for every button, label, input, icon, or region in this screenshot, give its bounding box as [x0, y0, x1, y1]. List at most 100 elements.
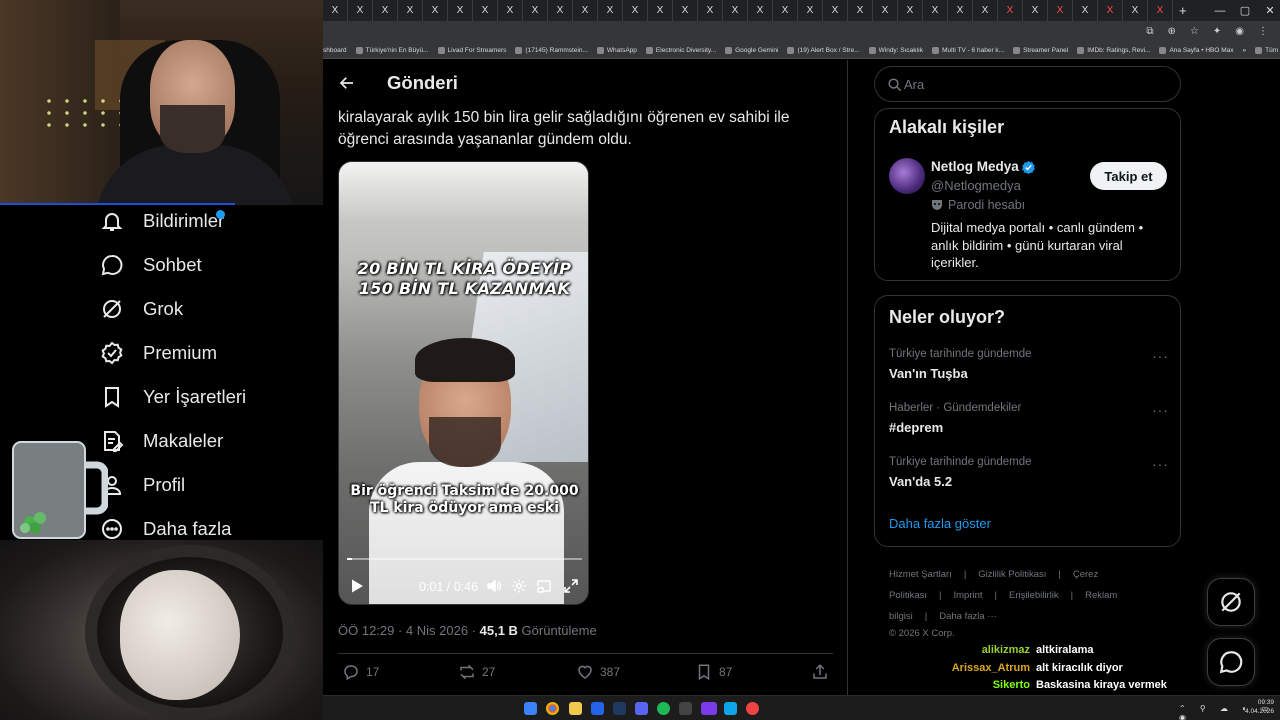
messages-button[interactable] — [1207, 638, 1255, 686]
video-progress-bar[interactable] — [347, 558, 582, 560]
close-icon[interactable]: ✕ — [1255, 0, 1280, 21]
footer-link[interactable]: Hizmet Şartları — [889, 569, 952, 580]
steam-icon[interactable] — [613, 702, 626, 715]
browser-tab[interactable]: X — [573, 0, 598, 21]
spotify-icon[interactable] — [657, 702, 670, 715]
bookmark-item[interactable]: Streamer Panel — [1013, 46, 1068, 54]
browser-tab[interactable]: X — [923, 0, 948, 21]
bookmark-item[interactable]: Livad For Streamers — [437, 46, 506, 54]
volume-icon[interactable] — [486, 578, 502, 594]
folder-icon[interactable] — [569, 702, 582, 715]
settings-icon[interactable] — [511, 578, 527, 594]
search-input[interactable]: Ara — [874, 66, 1181, 102]
app-icon[interactable] — [724, 702, 737, 715]
bookmark-item[interactable]: » — [1243, 47, 1247, 54]
browser-tab[interactable]: X — [948, 0, 973, 21]
footer-link[interactable]: Imprint — [953, 590, 982, 601]
extension-icon[interactable]: ⧉ — [1146, 26, 1153, 37]
windows-start-icon[interactable] — [524, 702, 537, 715]
bookmark-item[interactable]: Ana Sayfa • HBO Max — [1159, 46, 1234, 54]
browser-tab[interactable]: X — [623, 0, 648, 21]
bookmark-item[interactable]: Türkiye'nin En Büyü... — [355, 46, 429, 54]
nav-item-articles[interactable]: Makaleler — [100, 426, 223, 456]
browser-tab[interactable]: X — [1023, 0, 1048, 21]
browser-tab[interactable]: X — [898, 0, 923, 21]
bookmark-item[interactable]: Tüm Yer İşaretleri — [1255, 46, 1280, 54]
browser-tab[interactable]: X — [498, 0, 523, 21]
browser-tab[interactable]: X — [1098, 0, 1123, 21]
browser-tab[interactable]: X — [823, 0, 848, 21]
post-timestamp[interactable]: ÖÖ 12:29 · 4 Nis 2026 · — [338, 623, 480, 638]
browser-tab[interactable]: X — [398, 0, 423, 21]
more-options-icon[interactable]: ··· — [1152, 402, 1169, 418]
nav-item-bookmarks[interactable]: Yer İşaretleri — [100, 382, 246, 412]
bookmark-item[interactable]: IMDb: Ratings, Revi... — [1077, 46, 1150, 54]
avatar[interactable] — [889, 158, 925, 194]
browser-tab[interactable]: X — [648, 0, 673, 21]
zoom-icon[interactable]: ⊕ — [1168, 26, 1176, 37]
browser-tab[interactable]: X — [798, 0, 823, 21]
repost-button[interactable]: 27 — [458, 663, 495, 681]
browser-tab[interactable]: X — [998, 0, 1023, 21]
back-button[interactable] — [335, 71, 359, 95]
account-name[interactable]: Netlog Medya — [931, 159, 1019, 174]
system-clock[interactable]: 09:39 4.04.2026 — [1245, 698, 1274, 716]
fullscreen-icon[interactable] — [563, 578, 579, 594]
share-button[interactable] — [811, 663, 829, 681]
browser-tab[interactable]: X — [1073, 0, 1098, 21]
bookmark-item[interactable]: Electronic Diversity... — [645, 46, 716, 54]
bookmark-item[interactable]: WhatsApp — [596, 46, 637, 54]
show-more-link[interactable]: Daha fazla göster — [889, 516, 991, 531]
bookmark-item[interactable]: Google Gemini — [725, 46, 778, 54]
browser-tab[interactable]: X — [848, 0, 873, 21]
new-tab-button[interactable]: + — [1179, 3, 1187, 18]
browser-tab[interactable]: X — [1148, 0, 1173, 21]
browser-tab[interactable]: X — [348, 0, 373, 21]
discord-icon[interactable] — [635, 702, 648, 715]
browser-tab[interactable]: X — [423, 0, 448, 21]
footer-link[interactable]: Erişilebilirlik — [1009, 590, 1059, 601]
play-icon[interactable] — [349, 578, 365, 594]
nav-item-notifications[interactable]: Bildirimler — [100, 206, 225, 236]
bookmark-item[interactable]: (17145) Rammstein... — [515, 46, 588, 54]
menu-dots-icon[interactable]: ⋮ — [1258, 26, 1268, 37]
browser-tab[interactable]: X — [448, 0, 473, 21]
star-icon[interactable]: ☆ — [1190, 26, 1199, 37]
reply-button[interactable]: 17 — [342, 663, 379, 681]
browser-tab[interactable]: X — [523, 0, 548, 21]
bookmark-item[interactable]: Multi TV - 6 haber k... — [932, 46, 1004, 54]
browser-tab[interactable]: X — [973, 0, 998, 21]
like-button[interactable]: 387 — [576, 663, 620, 681]
browser-tab[interactable]: X — [698, 0, 723, 21]
browser-tab[interactable]: X — [673, 0, 698, 21]
app-icon[interactable] — [746, 702, 759, 715]
browser-tab[interactable]: X — [873, 0, 898, 21]
bookmark-item[interactable]: shboard — [323, 47, 347, 54]
browser-tab[interactable]: X — [773, 0, 798, 21]
puzzle-icon[interactable]: ✦ — [1213, 26, 1221, 37]
stream-app-icon[interactable] — [701, 702, 717, 715]
browser-tab[interactable]: X — [373, 0, 398, 21]
browser-tab[interactable]: X — [1048, 0, 1073, 21]
chrome-icon[interactable] — [546, 702, 559, 715]
browser-tab[interactable]: X — [723, 0, 748, 21]
trend-item[interactable]: Türkiye tarihinde gündemde Van'da 5.2 ··… — [889, 456, 1169, 489]
nav-item-grok[interactable]: Grok — [100, 294, 183, 324]
nav-item-chat[interactable]: Sohbet — [100, 250, 202, 280]
profile-icon[interactable]: ◉ — [1235, 26, 1244, 37]
app-icon[interactable] — [591, 702, 604, 715]
browser-tab[interactable]: X — [598, 0, 623, 21]
browser-tab[interactable]: X — [748, 0, 773, 21]
picture-in-picture-icon[interactable] — [536, 578, 552, 594]
app-icon[interactable] — [679, 702, 692, 715]
nav-item-profile[interactable]: Profil — [100, 470, 185, 500]
grok-button[interactable] — [1207, 578, 1255, 626]
browser-tab[interactable]: X — [1123, 0, 1148, 21]
video-player[interactable]: 20 BİN TL KİRA ÖDEYİP 150 BİN TL KAZANMA… — [338, 161, 589, 605]
nav-item-premium[interactable]: Premium — [100, 338, 217, 368]
trend-item[interactable]: Türkiye tarihinde gündemde Van'ın Tuşba … — [889, 348, 1169, 381]
bookmark-item[interactable]: (19) Alert Box / Stre... — [787, 46, 860, 54]
follow-button[interactable]: Takip et — [1090, 162, 1167, 190]
more-options-icon[interactable]: ··· — [1152, 456, 1169, 472]
bookmark-button[interactable]: 87 — [695, 663, 732, 681]
